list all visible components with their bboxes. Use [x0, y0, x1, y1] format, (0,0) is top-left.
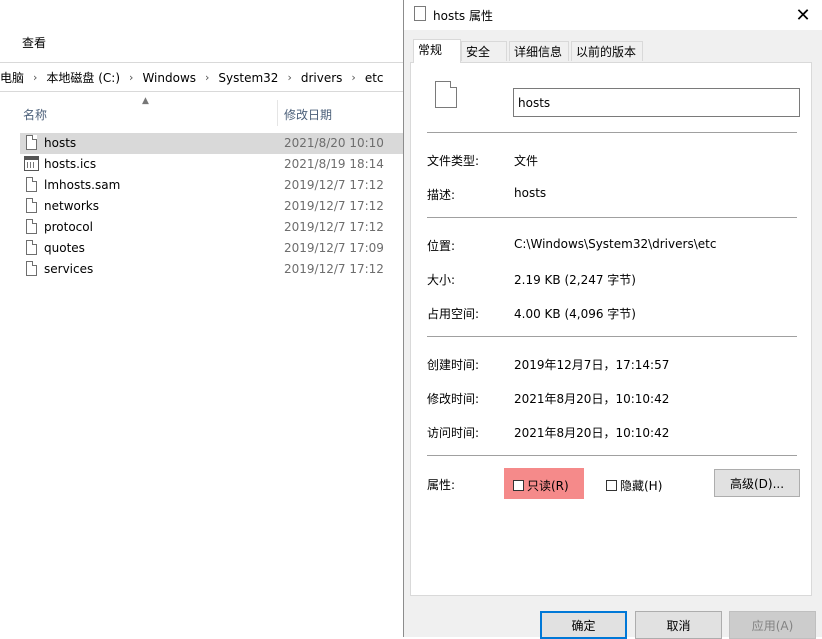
- breadcrumb-local-disk[interactable]: 本地磁盘 (C:): [40, 69, 126, 86]
- file-icon: [26, 135, 37, 150]
- list-item[interactable]: lmhosts.sam 2019/12/7 17:12: [20, 175, 404, 196]
- attributes-label: 属性:: [427, 478, 456, 492]
- file-date: 2021/8/19 18:14: [284, 157, 384, 171]
- tab-security[interactable]: 安全: [461, 41, 507, 61]
- chevron-right-icon[interactable]: ›: [348, 71, 358, 84]
- size-on-disk-value: 4.00 KB (4,096 字节): [514, 307, 636, 321]
- ok-button[interactable]: 确定: [540, 611, 627, 639]
- chevron-right-icon[interactable]: ›: [30, 71, 40, 84]
- file-icon: [414, 6, 426, 21]
- file-name: lmhosts.sam: [44, 178, 121, 192]
- file-name: networks: [44, 199, 99, 213]
- file-type-label: 文件类型:: [427, 154, 480, 168]
- created-label: 创建时间:: [427, 358, 480, 372]
- location-value: C:\Windows\System32\drivers\etc: [514, 237, 717, 251]
- address-bar[interactable]: 此电脑 › 本地磁盘 (C:) › Windows › System32 › d…: [0, 62, 404, 92]
- divider: [427, 217, 797, 218]
- modified-value: 2021年8月20日，10:10:42: [514, 392, 670, 406]
- close-button[interactable]: ✕: [784, 0, 822, 30]
- file-name: services: [44, 262, 94, 276]
- tab-previous-versions[interactable]: 以前的版本: [571, 41, 643, 61]
- list-item[interactable]: networks 2019/12/7 17:12: [20, 196, 404, 217]
- file-date: 2019/12/7 17:12: [284, 178, 384, 192]
- advanced-button[interactable]: 高级(D)...: [714, 469, 800, 497]
- file-icon: [26, 261, 37, 276]
- ribbon-tab-view[interactable]: 查看: [22, 34, 46, 51]
- breadcrumb-drivers[interactable]: drivers: [295, 71, 349, 85]
- file-date: 2019/12/7 17:09: [284, 241, 384, 255]
- column-header-name[interactable]: 名称: [23, 106, 47, 123]
- column-header-row: ▲ 名称 修改日期: [0, 96, 404, 128]
- file-icon: [26, 240, 37, 255]
- description-value: hosts: [514, 186, 547, 200]
- file-list: hosts 2021/8/20 10:10 hosts.ics 2021/8/1…: [20, 133, 404, 280]
- file-name: protocol: [44, 220, 93, 234]
- list-item[interactable]: services 2019/12/7 17:12: [20, 259, 404, 280]
- size-label: 大小:: [427, 273, 456, 287]
- breadcrumb-windows[interactable]: Windows: [136, 71, 202, 85]
- column-header-date-modified[interactable]: 修改日期: [284, 106, 332, 123]
- sort-ascending-icon: ▲: [142, 96, 149, 106]
- divider: [427, 132, 797, 133]
- divider: [427, 455, 797, 456]
- size-on-disk-label: 占用空间:: [427, 307, 480, 321]
- checkbox-box[interactable]: [513, 480, 524, 491]
- chevron-right-icon[interactable]: ›: [202, 71, 212, 84]
- dialog-title: hosts 属性: [433, 9, 493, 23]
- calendar-icon: [24, 156, 39, 171]
- properties-dialog: hosts 属性 ✕ 常规 安全 详细信息 以前的版本 文件类型: 文件 描述:…: [403, 0, 822, 639]
- file-type-value: 文件: [514, 154, 539, 168]
- chevron-right-icon[interactable]: ›: [126, 71, 136, 84]
- accessed-label: 访问时间:: [427, 426, 480, 440]
- list-item[interactable]: protocol 2019/12/7 17:12: [20, 217, 404, 238]
- list-item[interactable]: hosts.ics 2021/8/19 18:14: [20, 154, 404, 175]
- modified-label: 修改时间:: [427, 392, 480, 406]
- readonly-checkbox[interactable]: 只读(R): [513, 477, 569, 494]
- hidden-checkbox-label: 隐藏(H): [620, 479, 663, 493]
- file-name-input[interactable]: [513, 88, 800, 117]
- general-tab-panel: 文件类型: 文件 描述: hosts 位置: C:\Windows\System…: [410, 62, 812, 596]
- description-label: 描述:: [427, 188, 456, 202]
- cancel-button[interactable]: 取消: [635, 611, 722, 639]
- file-icon: [26, 198, 37, 213]
- file-icon: [26, 177, 37, 192]
- file-icon: [26, 219, 37, 234]
- file-name: hosts: [44, 136, 77, 150]
- breadcrumb: 此电脑 › 本地磁盘 (C:) › Windows › System32 › d…: [0, 69, 390, 86]
- created-value: 2019年12月7日，17:14:57: [514, 358, 670, 372]
- file-date: 2019/12/7 17:12: [284, 220, 384, 234]
- breadcrumb-this-pc[interactable]: 此电脑: [0, 69, 30, 86]
- location-label: 位置:: [427, 239, 456, 253]
- hidden-checkbox[interactable]: 隐藏(H): [606, 477, 662, 494]
- file-date: 2021/8/20 10:10: [284, 136, 384, 150]
- column-divider[interactable]: [277, 100, 278, 126]
- tab-general[interactable]: 常规: [413, 39, 461, 63]
- chevron-right-icon[interactable]: ›: [284, 71, 294, 84]
- file-date: 2019/12/7 17:12: [284, 262, 384, 276]
- divider: [427, 336, 797, 337]
- list-item[interactable]: quotes 2019/12/7 17:09: [20, 238, 404, 259]
- apply-button[interactable]: 应用(A): [729, 611, 816, 639]
- readonly-checkbox-label: 只读(R): [527, 479, 569, 493]
- file-explorer-window: 查看 此电脑 › 本地磁盘 (C:) › Windows › System32 …: [0, 0, 404, 637]
- breadcrumb-etc[interactable]: etc: [359, 71, 390, 85]
- tab-details[interactable]: 详细信息: [509, 41, 569, 61]
- breadcrumb-system32[interactable]: System32: [212, 71, 284, 85]
- accessed-value: 2021年8月20日，10:10:42: [514, 426, 670, 440]
- dialog-titlebar[interactable]: hosts 属性 ✕: [404, 0, 822, 30]
- file-name: quotes: [44, 241, 85, 255]
- file-date: 2019/12/7 17:12: [284, 199, 384, 213]
- list-item[interactable]: hosts 2021/8/20 10:10: [20, 133, 404, 154]
- file-icon: [435, 81, 457, 108]
- file-name: hosts.ics: [44, 157, 97, 171]
- size-value: 2.19 KB (2,247 字节): [514, 273, 636, 287]
- checkbox-box[interactable]: [606, 480, 617, 491]
